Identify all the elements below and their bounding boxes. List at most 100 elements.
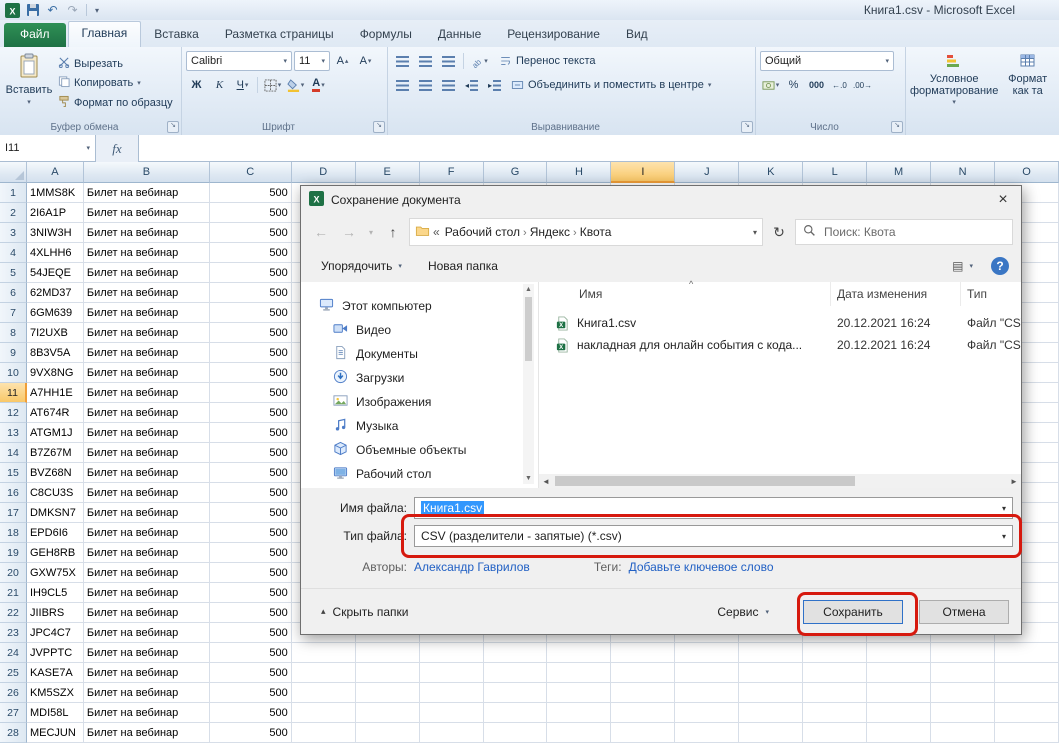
cell-B13[interactable]: Билет на вебинар [84, 423, 210, 443]
cell-M27[interactable] [867, 703, 931, 723]
cell-B27[interactable]: Билет на вебинар [84, 703, 210, 723]
row-header-23[interactable]: 23 [0, 623, 27, 643]
breadcrumb-overflow-icon[interactable]: « [433, 225, 440, 239]
sidebar-item[interactable]: Рабочий стол [301, 462, 523, 486]
tags-value[interactable]: Добавьте ключевое слово [629, 560, 774, 574]
align-left-icon[interactable] [392, 75, 413, 95]
shrink-font-button[interactable]: А▾ [355, 51, 376, 71]
row-header-11[interactable]: 11 [0, 383, 27, 403]
cell-C21[interactable]: 500 [210, 583, 292, 603]
cell-H24[interactable] [547, 643, 611, 663]
ribbon-tab[interactable]: Вид [613, 23, 661, 47]
cell-E28[interactable] [356, 723, 420, 743]
save-icon[interactable] [24, 2, 41, 18]
column-header-B[interactable]: B [84, 162, 210, 183]
cell-C25[interactable]: 500 [210, 663, 292, 683]
sidebar-item[interactable]: Изображения [301, 390, 523, 414]
cell-J26[interactable] [675, 683, 739, 703]
row-header-13[interactable]: 13 [0, 423, 27, 443]
row-header-16[interactable]: 16 [0, 483, 27, 503]
cell-C16[interactable]: 500 [210, 483, 292, 503]
organize-button[interactable]: Упорядочить▾ [313, 255, 410, 277]
cell-B12[interactable]: Билет на вебинар [84, 403, 210, 423]
sidebar-item[interactable]: Загрузки [301, 366, 523, 390]
column-header-M[interactable]: M [867, 162, 931, 183]
row-header-7[interactable]: 7 [0, 303, 27, 323]
file-type-select[interactable]: CSV (разделители - запятые) (*.csv) ▾ [414, 525, 1013, 547]
cell-B22[interactable]: Билет на вебинар [84, 603, 210, 623]
cell-C27[interactable]: 500 [210, 703, 292, 723]
row-header-4[interactable]: 4 [0, 243, 27, 263]
cell-E25[interactable] [356, 663, 420, 683]
cell-A9[interactable]: 8B3V5A [27, 343, 84, 363]
cell-A5[interactable]: 54JEQE [27, 263, 84, 283]
cell-B26[interactable]: Билет на вебинар [84, 683, 210, 703]
undo-icon[interactable]: ↶ [44, 2, 61, 18]
row-header-15[interactable]: 15 [0, 463, 27, 483]
cell-M25[interactable] [867, 663, 931, 683]
cell-N25[interactable] [931, 663, 995, 683]
cell-C15[interactable]: 500 [210, 463, 292, 483]
cell-A17[interactable]: DMKSN7 [27, 503, 84, 523]
cell-L27[interactable] [803, 703, 867, 723]
ribbon-tab[interactable]: Главная [68, 21, 142, 47]
cell-A20[interactable]: GXW75X [27, 563, 84, 583]
address-bar[interactable]: «Рабочий стол›Яндекс›Квота ▾ [409, 218, 763, 246]
qat-customize-icon[interactable]: ▾ [92, 2, 102, 18]
search-box[interactable] [795, 219, 1013, 245]
row-header-21[interactable]: 21 [0, 583, 27, 603]
cell-O27[interactable] [995, 703, 1059, 723]
ribbon-tab[interactable]: Формулы [347, 23, 425, 47]
cell-L24[interactable] [803, 643, 867, 663]
sidebar-item[interactable]: Объемные объекты [301, 438, 523, 462]
cell-H28[interactable] [547, 723, 611, 743]
cell-C3[interactable]: 500 [210, 223, 292, 243]
cell-G27[interactable] [484, 703, 548, 723]
cell-B21[interactable]: Билет на вебинар [84, 583, 210, 603]
clipboard-dialog-launcher[interactable]: ↘ [167, 121, 179, 133]
cell-J24[interactable] [675, 643, 739, 663]
save-button[interactable]: Сохранить [803, 600, 903, 624]
cell-F27[interactable] [420, 703, 484, 723]
cell-B16[interactable]: Билет на вебинар [84, 483, 210, 503]
cell-F26[interactable] [420, 683, 484, 703]
cell-F25[interactable] [420, 663, 484, 683]
cell-K28[interactable] [739, 723, 803, 743]
cell-C2[interactable]: 500 [210, 203, 292, 223]
cell-B4[interactable]: Билет на вебинар [84, 243, 210, 263]
breadcrumb-item[interactable]: Яндекс [527, 225, 573, 239]
align-bottom-icon[interactable] [438, 51, 459, 71]
cell-C23[interactable]: 500 [210, 623, 292, 643]
hide-folders-button[interactable]: ▴Скрыть папки [313, 601, 416, 623]
cell-B6[interactable]: Билет на вебинар [84, 283, 210, 303]
paste-button[interactable]: Вставить ▾ [4, 51, 54, 119]
cell-A10[interactable]: 9VX8NG [27, 363, 84, 383]
cell-M24[interactable] [867, 643, 931, 663]
cell-C26[interactable]: 500 [210, 683, 292, 703]
chevron-down-icon[interactable]: ▾ [753, 228, 757, 237]
select-all-corner[interactable] [0, 162, 27, 183]
cell-A8[interactable]: 7I2UXB [27, 323, 84, 343]
ribbon-tab[interactable]: Рецензирование [494, 23, 613, 47]
cell-D28[interactable] [292, 723, 356, 743]
column-header-N[interactable]: N [931, 162, 995, 183]
cell-A19[interactable]: GEH8RB [27, 543, 84, 563]
chevron-down-icon[interactable]: ▾ [1002, 504, 1006, 513]
cell-A11[interactable]: A7HH1E [27, 383, 84, 403]
cell-B24[interactable]: Билет на вебинар [84, 643, 210, 663]
cell-O26[interactable] [995, 683, 1059, 703]
cell-D25[interactable] [292, 663, 356, 683]
conditional-formatting-button[interactable]: Условное форматирование ▾ [910, 51, 998, 119]
breadcrumb-item[interactable]: Рабочий стол [442, 225, 523, 239]
cell-C28[interactable]: 500 [210, 723, 292, 743]
orientation-icon[interactable]: ab▾ [468, 51, 489, 71]
row-header-9[interactable]: 9 [0, 343, 27, 363]
scrollbar-thumb[interactable] [525, 297, 532, 361]
cell-A15[interactable]: BVZ68N [27, 463, 84, 483]
cell-L26[interactable] [803, 683, 867, 703]
new-folder-button[interactable]: Новая папка [420, 255, 506, 277]
sidebar-scrollbar[interactable]: ▲▼ [523, 284, 534, 484]
cell-C22[interactable]: 500 [210, 603, 292, 623]
cell-O25[interactable] [995, 663, 1059, 683]
row-header-26[interactable]: 26 [0, 683, 27, 703]
